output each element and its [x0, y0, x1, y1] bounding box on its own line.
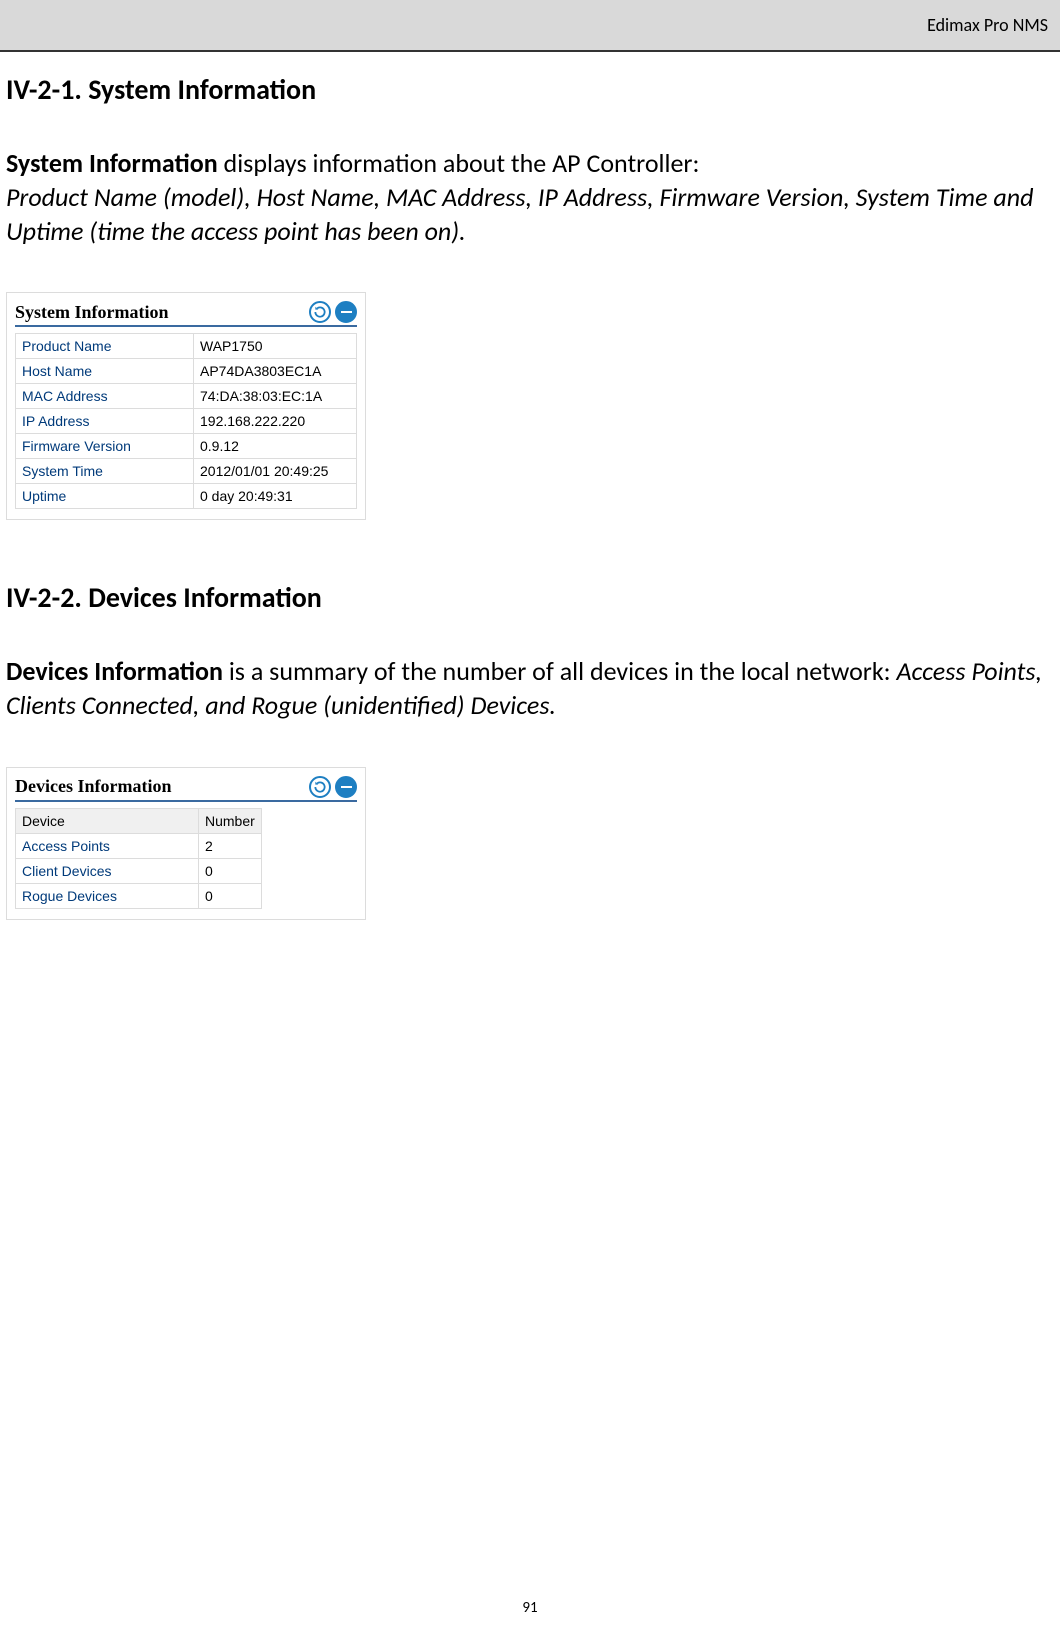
- row-label: MAC Address: [16, 384, 194, 409]
- devinfo-paragraph: Devices Information is a summary of the …: [6, 655, 1054, 723]
- sysinfo-intro-bold: System Information: [6, 147, 218, 179]
- page-number: 91: [0, 1599, 1060, 1617]
- row-value: 0: [199, 858, 262, 883]
- table-row: Uptime 0 day 20:49:31: [16, 484, 357, 509]
- row-value: 0: [199, 883, 262, 908]
- widget-title: Devices Information: [15, 776, 171, 797]
- widget-title: System Information: [15, 302, 169, 323]
- document-header: Edimax Pro NMS: [0, 0, 1060, 52]
- row-label: Rogue Devices: [16, 883, 199, 908]
- table-row: Product Name WAP1750: [16, 334, 357, 359]
- row-value: AP74DA3803EC1A: [194, 359, 357, 384]
- row-label: Client Devices: [16, 858, 199, 883]
- section-heading-devinfo: IV-2-2. Devices Information: [6, 580, 1054, 615]
- table-row: IP Address 192.168.222.220: [16, 409, 357, 434]
- table-row: System Time 2012/01/01 20:49:25: [16, 459, 357, 484]
- row-label: Access Points: [16, 833, 199, 858]
- refresh-icon[interactable]: [309, 776, 331, 798]
- sysinfo-intro-plain: displays information about the AP Contro…: [218, 147, 700, 179]
- minimize-icon[interactable]: [335, 776, 357, 798]
- row-value: 74:DA:38:03:EC:1A: [194, 384, 357, 409]
- table-row: Access Points 2: [16, 833, 262, 858]
- row-label: Product Name: [16, 334, 194, 359]
- minimize-icon[interactable]: [335, 301, 357, 323]
- refresh-icon[interactable]: [309, 301, 331, 323]
- system-information-widget: System Information Product Name WAP: [6, 292, 366, 520]
- table-row: MAC Address 74:DA:38:03:EC:1A: [16, 384, 357, 409]
- header-number: Number: [199, 808, 262, 833]
- table-row: Client Devices 0: [16, 858, 262, 883]
- row-label: Host Name: [16, 359, 194, 384]
- devinfo-intro-plain: is a summary of the number of all device…: [223, 655, 897, 687]
- devices-information-table: Device Number Access Points 2 Client Dev…: [15, 808, 262, 909]
- section-heading-sysinfo: IV-2-1. System Information: [6, 72, 1054, 107]
- sysinfo-intro-italic: Product Name (model), Host Name, MAC Add…: [6, 181, 1033, 247]
- row-value: WAP1750: [194, 334, 357, 359]
- row-label: System Time: [16, 459, 194, 484]
- row-label: IP Address: [16, 409, 194, 434]
- row-value: 2: [199, 833, 262, 858]
- row-value: 192.168.222.220: [194, 409, 357, 434]
- widget-icons: [309, 776, 357, 798]
- row-label: Uptime: [16, 484, 194, 509]
- system-information-table: Product Name WAP1750 Host Name AP74DA380…: [15, 333, 357, 509]
- header-device: Device: [16, 808, 199, 833]
- table-row: Rogue Devices 0: [16, 883, 262, 908]
- header-title: Edimax Pro NMS: [927, 14, 1048, 36]
- widget-icons: [309, 301, 357, 323]
- devices-information-widget: Devices Information Device Number: [6, 767, 366, 920]
- widget-title-row: Devices Information: [15, 776, 357, 802]
- devinfo-intro-bold: Devices Information: [6, 655, 223, 687]
- row-value: 0 day 20:49:31: [194, 484, 357, 509]
- row-value: 0.9.12: [194, 434, 357, 459]
- widget-title-row: System Information: [15, 301, 357, 327]
- table-row: Host Name AP74DA3803EC1A: [16, 359, 357, 384]
- row-label: Firmware Version: [16, 434, 194, 459]
- table-header-row: Device Number: [16, 808, 262, 833]
- sysinfo-paragraph: System Information displays information …: [6, 147, 1054, 248]
- row-value: 2012/01/01 20:49:25: [194, 459, 357, 484]
- table-row: Firmware Version 0.9.12: [16, 434, 357, 459]
